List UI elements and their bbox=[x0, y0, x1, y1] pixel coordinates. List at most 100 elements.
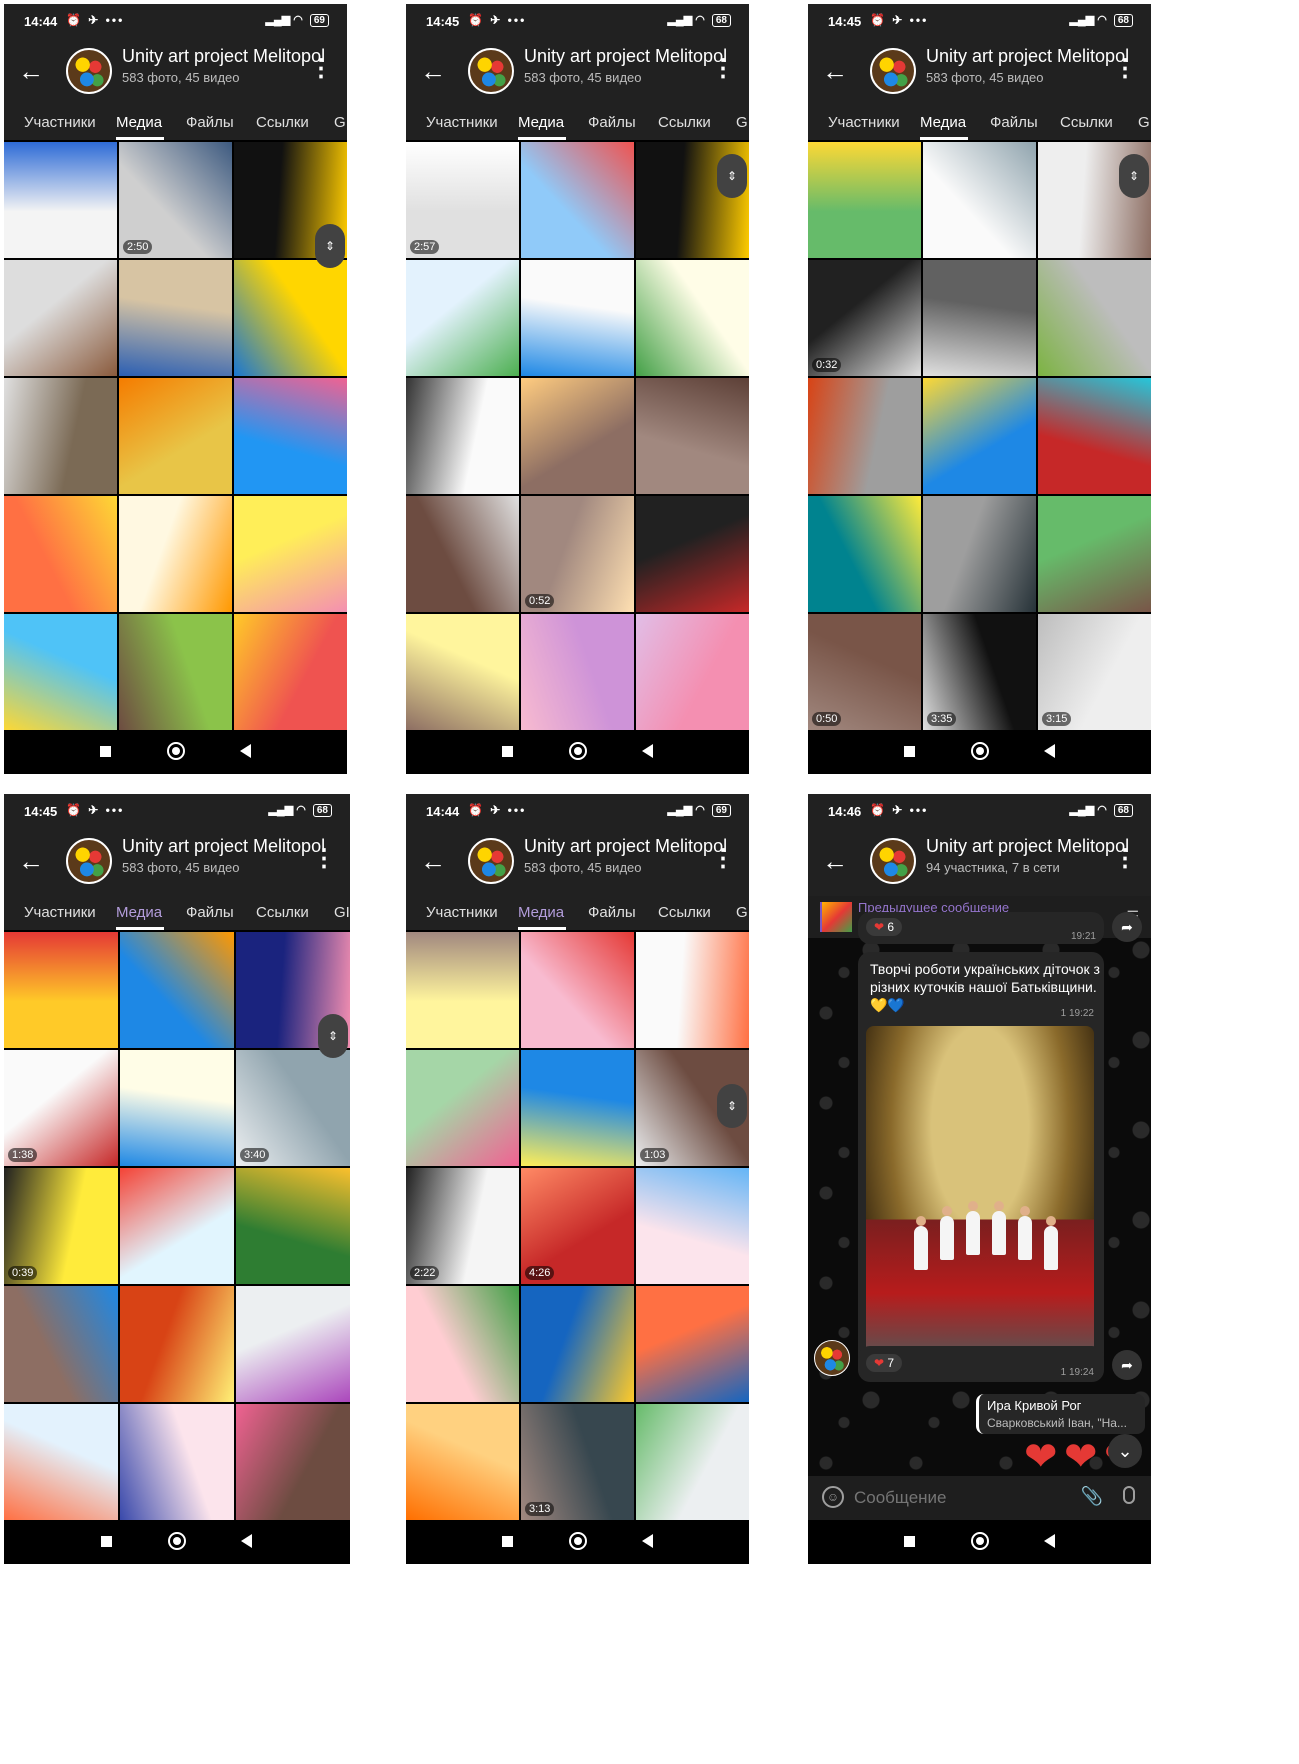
message-bubble-with-photo[interactable]: Творчі роботи українських діточок з різн… bbox=[858, 952, 1104, 1368]
media-thumbnail[interactable] bbox=[636, 1404, 749, 1520]
media-thumbnail[interactable]: 3:35 bbox=[923, 614, 1036, 730]
media-thumbnail[interactable] bbox=[1038, 496, 1151, 612]
media-thumbnail[interactable] bbox=[119, 496, 232, 612]
media-thumbnail[interactable] bbox=[636, 1286, 749, 1402]
share-icon[interactable]: ➦ bbox=[1112, 912, 1142, 942]
sender-avatar[interactable] bbox=[814, 1340, 850, 1376]
emoji-icon[interactable]: ☺ bbox=[822, 1486, 844, 1508]
tab-4[interactable]: GI bbox=[334, 114, 347, 131]
recents-icon[interactable] bbox=[903, 746, 915, 757]
tab-1[interactable]: Медиа bbox=[518, 904, 564, 921]
media-thumbnail[interactable] bbox=[120, 932, 234, 1048]
media-thumbnail[interactable] bbox=[236, 1286, 350, 1402]
media-thumbnail[interactable] bbox=[406, 378, 519, 494]
media-thumbnail[interactable] bbox=[406, 496, 519, 612]
media-thumbnail[interactable] bbox=[120, 1050, 234, 1166]
media-thumbnail[interactable] bbox=[4, 142, 117, 258]
media-thumbnail[interactable] bbox=[4, 932, 118, 1048]
media-thumbnail[interactable] bbox=[406, 614, 519, 730]
tab-0[interactable]: Участники bbox=[426, 114, 498, 131]
media-thumbnail[interactable]: 4:26 bbox=[521, 1168, 634, 1284]
recents-icon[interactable] bbox=[501, 1536, 513, 1547]
fast-scroll-handle[interactable]: ⇕ bbox=[1119, 154, 1149, 198]
media-thumbnail[interactable] bbox=[406, 1404, 519, 1520]
media-thumbnail[interactable] bbox=[636, 1168, 749, 1284]
media-thumbnail[interactable]: 3:40 bbox=[236, 1050, 350, 1166]
media-thumbnail[interactable]: 2:57 bbox=[406, 142, 519, 258]
media-thumbnail[interactable]: 0:50 bbox=[808, 614, 921, 730]
media-thumbnail[interactable] bbox=[636, 932, 749, 1048]
media-thumbnail[interactable]: 0:32 bbox=[808, 260, 921, 376]
scroll-down-icon[interactable]: ⌄ bbox=[1108, 1434, 1142, 1468]
fast-scroll-handle[interactable]: ⇕ bbox=[318, 1014, 348, 1058]
back-triangle-icon[interactable] bbox=[641, 1534, 653, 1548]
media-thumbnail[interactable] bbox=[406, 1286, 519, 1402]
tab-3[interactable]: Ссылки bbox=[1060, 114, 1113, 131]
channel-avatar[interactable] bbox=[468, 838, 514, 884]
tab-4[interactable]: GI bbox=[736, 904, 749, 921]
share-icon[interactable]: ➦ bbox=[1112, 1350, 1142, 1380]
message-bubble[interactable]: ❤ 6 19:21 bbox=[858, 912, 1104, 944]
channel-title[interactable]: Unity art project Melitopol bbox=[926, 836, 1129, 857]
media-thumbnail[interactable] bbox=[521, 1286, 634, 1402]
more-options-icon[interactable]: ⋮ bbox=[711, 56, 735, 82]
tab-3[interactable]: Ссылки bbox=[256, 114, 309, 131]
media-thumbnail[interactable] bbox=[234, 614, 347, 730]
media-thumbnail[interactable] bbox=[808, 378, 921, 494]
media-thumbnail[interactable] bbox=[120, 1286, 234, 1402]
media-thumbnail[interactable] bbox=[1038, 260, 1151, 376]
fast-scroll-handle[interactable]: ⇕ bbox=[315, 224, 345, 268]
media-thumbnail[interactable] bbox=[120, 1404, 234, 1520]
media-thumbnail[interactable] bbox=[521, 1050, 634, 1166]
fast-scroll-handle[interactable]: ⇕ bbox=[717, 154, 747, 198]
recents-icon[interactable] bbox=[501, 746, 513, 757]
more-options-icon[interactable]: ⋮ bbox=[312, 846, 336, 872]
media-thumbnail[interactable] bbox=[119, 260, 232, 376]
media-thumbnail[interactable] bbox=[236, 1168, 350, 1284]
media-thumbnail[interactable] bbox=[4, 1404, 118, 1520]
media-thumbnail[interactable]: 3:13 bbox=[521, 1404, 634, 1520]
back-triangle-icon[interactable] bbox=[1043, 744, 1055, 758]
tab-1[interactable]: Медиа bbox=[920, 114, 966, 131]
home-icon[interactable] bbox=[970, 1532, 989, 1550]
tab-2[interactable]: Файлы bbox=[588, 114, 636, 131]
microphone-icon[interactable] bbox=[1123, 1486, 1135, 1504]
media-thumbnail[interactable] bbox=[521, 932, 634, 1048]
channel-title[interactable]: Unity art project Melitopol bbox=[524, 836, 727, 857]
media-thumbnail[interactable] bbox=[923, 496, 1036, 612]
reaction-badge[interactable]: ❤ 6 bbox=[866, 918, 903, 936]
media-thumbnail[interactable] bbox=[236, 1404, 350, 1520]
channel-title[interactable]: Unity art project Melitopol bbox=[524, 46, 727, 67]
more-options-icon[interactable]: ⋮ bbox=[309, 56, 333, 82]
media-thumbnail[interactable] bbox=[636, 260, 749, 376]
media-thumbnail[interactable] bbox=[636, 378, 749, 494]
back-arrow-icon[interactable]: ← bbox=[822, 56, 848, 86]
home-icon[interactable] bbox=[568, 1532, 587, 1550]
reaction-badge[interactable]: ❤ 7 bbox=[866, 1354, 903, 1372]
media-thumbnail[interactable] bbox=[119, 378, 232, 494]
media-thumbnail[interactable] bbox=[406, 1050, 519, 1166]
back-arrow-icon[interactable]: ← bbox=[420, 56, 446, 86]
media-thumbnail[interactable]: 2:22 bbox=[406, 1168, 519, 1284]
more-options-icon[interactable]: ⋮ bbox=[711, 846, 735, 872]
tab-0[interactable]: Участники bbox=[426, 904, 498, 921]
back-triangle-icon[interactable] bbox=[1043, 1534, 1055, 1548]
attach-icon[interactable]: 📎 bbox=[1081, 1486, 1103, 1507]
recents-icon[interactable] bbox=[101, 1536, 112, 1547]
media-thumbnail[interactable] bbox=[521, 614, 634, 730]
tab-0[interactable]: Участники bbox=[24, 114, 96, 131]
recents-icon[interactable] bbox=[99, 746, 111, 757]
home-icon[interactable] bbox=[970, 742, 989, 760]
message-photo[interactable] bbox=[866, 1026, 1094, 1360]
channel-avatar[interactable] bbox=[468, 48, 514, 94]
channel-avatar[interactable] bbox=[870, 48, 916, 94]
channel-avatar[interactable] bbox=[870, 838, 916, 884]
media-thumbnail[interactable] bbox=[4, 496, 117, 612]
back-triangle-icon[interactable] bbox=[641, 744, 653, 758]
channel-title[interactable]: Unity art project Melitopol bbox=[926, 46, 1129, 67]
recents-icon[interactable] bbox=[903, 1536, 915, 1547]
tab-1[interactable]: Медиа bbox=[116, 114, 162, 131]
media-thumbnail[interactable] bbox=[406, 260, 519, 376]
media-thumbnail[interactable] bbox=[120, 1168, 234, 1284]
home-icon[interactable] bbox=[568, 742, 587, 760]
